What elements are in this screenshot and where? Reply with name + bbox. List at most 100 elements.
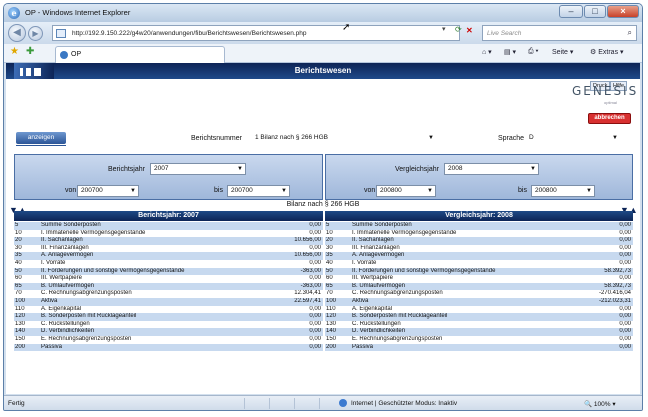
table-row[interactable]: 120 B. Sonderposten mit Rücklageanteil 0,0…: [325, 313, 633, 321]
page-menu[interactable]: Seite ▾: [552, 48, 573, 56]
search-icon[interactable]: ⌕: [628, 28, 632, 38]
chevron-down-icon: ▼: [586, 188, 592, 194]
app-header: Berichtswesen: [6, 63, 640, 79]
feeds-icon[interactable]: ▤ ▾: [504, 48, 516, 56]
row-label: II. Sachanlagen: [41, 237, 83, 244]
favorites-bar: ★ ✚ OP ⌂ ▾ ▤ ▾ ⎙ ▾ Seite ▾ ⚙ Extras ▾: [4, 44, 642, 63]
favorites-star-icon[interactable]: ★: [10, 46, 19, 57]
minimize-button[interactable]: –: [559, 5, 583, 18]
row-label: III. Finanzanlagen: [41, 244, 89, 251]
dropdown-arrow-icon[interactable]: ▾: [442, 25, 446, 33]
window-title: OP - Windows Internet Explorer: [25, 8, 131, 17]
row-label: Summe Sonderposten: [41, 222, 101, 228]
comparison-year-select[interactable]: 2008 ▼: [444, 163, 539, 175]
search-input[interactable]: Live Search ⌕: [482, 25, 637, 41]
table-row[interactable]: 140 D. Verbindlichkeiten 0,00: [14, 328, 323, 336]
address-field[interactable]: http://192.9.150.222/g4w20/anwendungen/f…: [52, 25, 460, 41]
row-value: 0,00: [619, 305, 631, 312]
table-row[interactable]: 130 C. Rückstellungen 0,00: [14, 321, 323, 329]
table-row[interactable]: 10 I. Immaterielle Vermögensgegenstände 0,…: [325, 230, 633, 238]
home-icon[interactable]: ⌂ ▾: [482, 48, 492, 56]
zone-text: Internet | Geschützter Modus: Inaktiv: [351, 400, 458, 407]
table-row[interactable]: 5 Summe Sonderposten 0,00: [14, 222, 323, 230]
table-row[interactable]: 60 III. Wertpapiere 0,00: [325, 275, 633, 283]
page-menu-label: Seite: [552, 49, 568, 56]
row-label: III. Finanzanlagen: [352, 244, 400, 251]
report-year-select[interactable]: 2007 ▼: [150, 163, 246, 175]
row-code: 100: [15, 298, 26, 304]
row-value: -363,00: [300, 282, 321, 289]
table-row[interactable]: 150 E. Rechnungsabgrenzungsposten 0,00: [325, 336, 633, 344]
row-code: 50: [15, 267, 22, 274]
row-code: 35: [15, 252, 22, 259]
language-select[interactable]: D ▼: [526, 133, 620, 145]
row-value: 10.656,00: [294, 237, 321, 244]
table-row[interactable]: 110 A. Eigenkapital 0,00: [325, 306, 633, 314]
stop-icon[interactable]: ✕: [466, 26, 473, 35]
table-row[interactable]: 60 III. Wertpapiere 0,00: [14, 275, 323, 283]
table-row[interactable]: 30 III. Finanzanlagen 0,00: [14, 245, 323, 253]
maximize-button[interactable]: □: [584, 5, 606, 18]
row-value: 12.304,41: [294, 290, 321, 297]
row-label: I. Immaterielle Vermögensgegenstände: [41, 229, 146, 236]
table-row[interactable]: 40 I. Vorräte 0,00: [14, 260, 323, 268]
comparison-from-select[interactable]: 200800 ▼: [376, 185, 436, 197]
report-number-select[interactable]: 1 Bilanz nach § 266 HGB ▼: [252, 133, 436, 145]
row-code: 120: [15, 313, 26, 320]
comparison-to-select[interactable]: 200800 ▼: [531, 185, 595, 197]
row-value: 0,00: [619, 260, 631, 266]
forward-button[interactable]: ▶: [28, 26, 43, 41]
left-table-header: Berichtsjahr: 2007: [14, 211, 323, 221]
table-row[interactable]: 20 II. Sachanlagen 0,00: [325, 237, 633, 245]
row-value: -270.416,04: [598, 290, 631, 297]
row-code: 140: [326, 328, 337, 335]
add-favorite-icon[interactable]: ✚: [26, 46, 34, 57]
refresh-icon[interactable]: ⟳: [455, 25, 462, 34]
table-row[interactable]: 100 Aktiva 22.597,41: [14, 298, 323, 306]
table-row[interactable]: 100 Aktiva -212.023,31: [325, 298, 633, 306]
status-bar: Fertig Internet | Geschützter Modus: Ina…: [4, 395, 642, 410]
table-row[interactable]: 30 III. Finanzanlagen 0,00: [325, 245, 633, 253]
tab-op[interactable]: OP: [55, 46, 225, 63]
table-row[interactable]: 40 I. Vorräte 0,00: [325, 260, 633, 268]
tools-menu[interactable]: ⚙ Extras ▾: [590, 48, 624, 56]
row-label: C. Rückstellungen: [41, 320, 90, 327]
cancel-button[interactable]: abbrechen: [588, 113, 631, 124]
table-row[interactable]: 150 E. Rechnungsabgrenzungsposten 0,00: [14, 336, 323, 344]
comparison-year-panel: Vergleichsjahr 2008 ▼ von 200800 ▼ bis 200…: [325, 154, 633, 200]
table-row[interactable]: 70 C. Rechnungsabgrenzungsposten 12.304,41: [14, 290, 323, 298]
table-row[interactable]: 200 Passiva 0,00: [14, 343, 323, 352]
right-table-header: Vergleichsjahr: 2008: [325, 211, 633, 221]
report-from-select[interactable]: 200700 ▼: [77, 185, 139, 197]
row-label: E. Rechnungsabgrenzungsposten: [352, 336, 443, 342]
table-row[interactable]: 130 C. Rückstellungen 0,00: [325, 321, 633, 329]
zoom-level[interactable]: 🔍 100% ▾: [584, 400, 616, 408]
table-row[interactable]: 35 A. Anlagevermögen 0,00: [325, 252, 633, 260]
show-button[interactable]: anzeigen: [16, 132, 66, 144]
table-row[interactable]: 10 I. Immaterielle Vermögensgegenstände 0,…: [14, 230, 323, 238]
table-row[interactable]: 200 Passiva 0,00: [325, 343, 633, 352]
table-row[interactable]: 140 D. Verbindlichkeiten 0,00: [325, 328, 633, 336]
table-row[interactable]: 35 A. Anlagevermögen 10.656,00: [14, 252, 323, 260]
row-label: C. Rückstellungen: [352, 320, 401, 327]
close-button[interactable]: ×: [607, 5, 639, 18]
table-row[interactable]: 65 B. Umlaufvermögen -363,00: [14, 282, 323, 291]
report-to-select[interactable]: 200700 ▼: [227, 185, 290, 197]
table-row[interactable]: 65 B. Umlaufvermögen 58.392,73: [325, 282, 633, 291]
table-row[interactable]: 50 II. Forderungen und sonstige Vermögens…: [14, 267, 323, 276]
report-year-label: Berichtsjahr: [108, 166, 145, 173]
row-code: 100: [326, 298, 337, 304]
table-row[interactable]: 110 A. Eigenkapital 0,00: [14, 306, 323, 314]
browser-window: e OP - Windows Internet Explorer – □ × ◀…: [3, 3, 643, 411]
table-row[interactable]: 20 II. Sachanlagen 10.656,00: [14, 237, 323, 245]
language-label: Sprache: [498, 135, 525, 142]
report-from-value: 200700: [81, 187, 103, 194]
row-label: E. Rechnungsabgrenzungsposten: [41, 336, 132, 342]
table-row[interactable]: 120 B. Sonderposten mit Rücklageanteil 0,0…: [14, 313, 323, 321]
table-row[interactable]: 70 C. Rechnungsabgrenzungsposten -270.416,…: [325, 290, 633, 298]
table-row[interactable]: 50 II. Forderungen und sonstige Vermögens…: [325, 267, 633, 276]
table-row[interactable]: 5 Summe Sonderposten 0,00: [325, 222, 633, 230]
print-icon[interactable]: ⎙ ▾: [528, 48, 539, 56]
row-label: A. Anlagevermögen: [41, 252, 94, 259]
back-button[interactable]: ◀: [8, 24, 26, 42]
